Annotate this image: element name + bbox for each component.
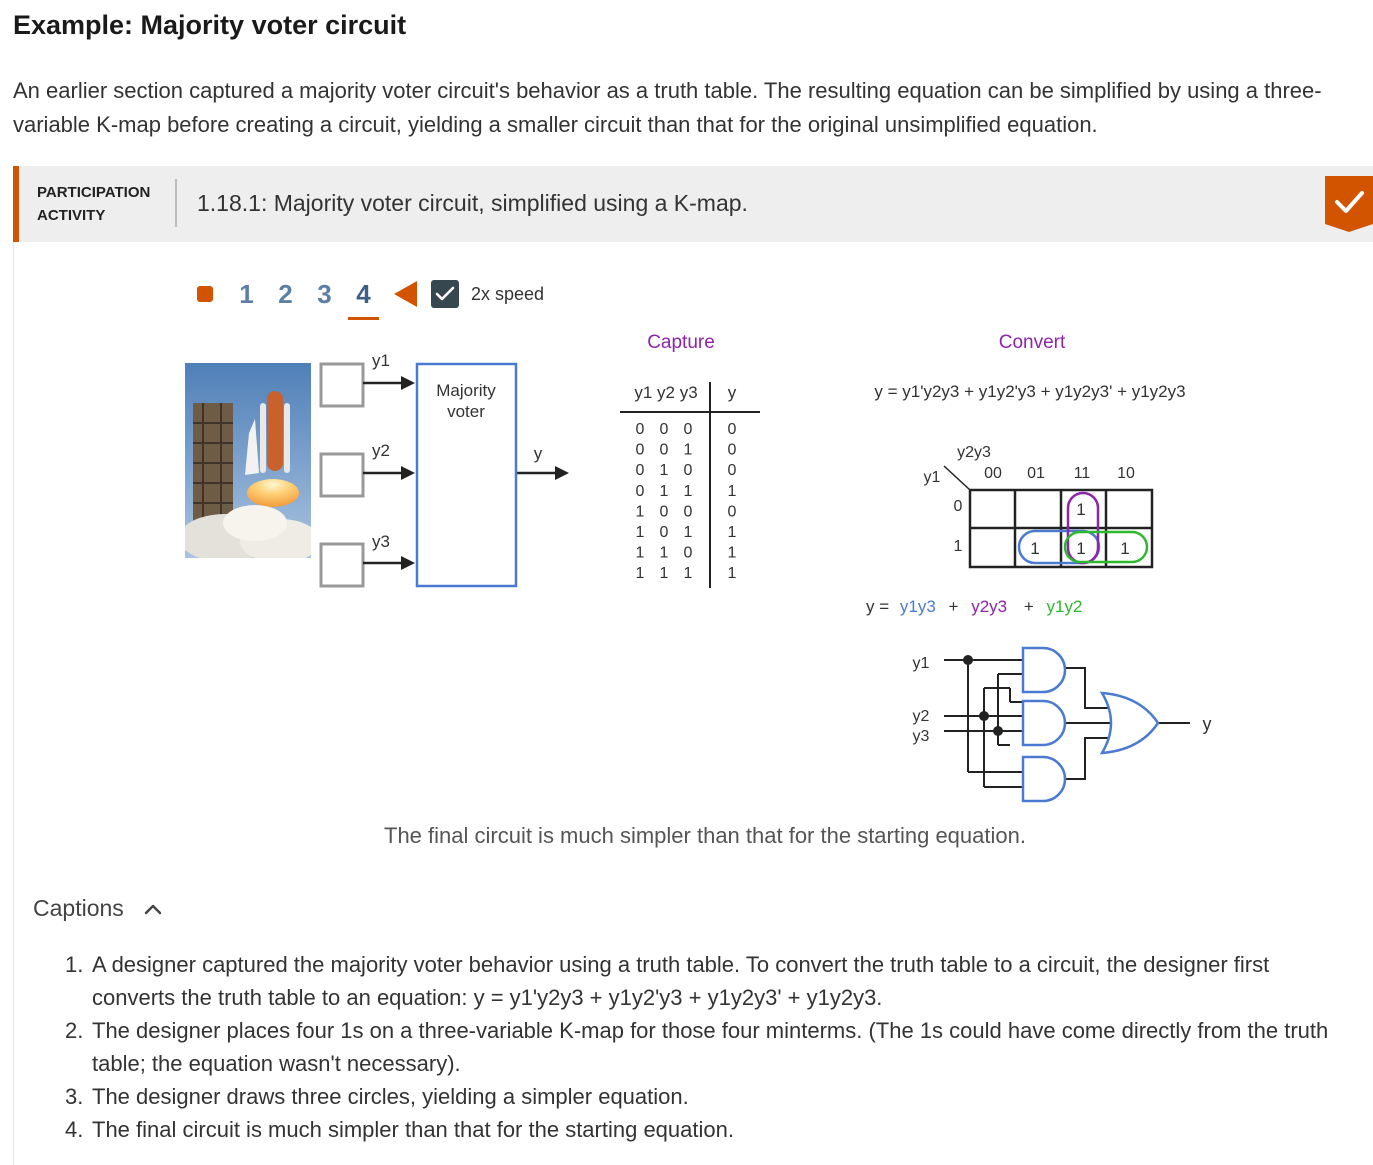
kmap-row-var: y1 <box>924 469 941 486</box>
truth-table-cell: 1 <box>728 524 737 541</box>
truth-table-cell: 1 <box>660 483 669 500</box>
input-label-y2: y2 <box>372 441 390 460</box>
truth-table-header-inputs: y1 y2 y3 <box>634 383 697 402</box>
and-gates <box>1021 646 1067 803</box>
truth-table-cell: 1 <box>660 565 669 582</box>
truth-table-cell: 0 <box>684 462 693 479</box>
truth-table-cell: 1 <box>636 545 645 562</box>
and-gate-3 <box>1021 755 1067 803</box>
caption-text: The designer draws three circles, yieldi… <box>92 1084 689 1109</box>
kmap-cell: 1 <box>1120 539 1129 558</box>
sop-equation: y = y1'y2y3 + y1y2'y3 + y1y2y3' + y1y2y3 <box>874 382 1185 401</box>
kmap-cell: 1 <box>1030 539 1039 558</box>
truth-table-cell: 0 <box>728 421 737 438</box>
convert-heading: Convert <box>999 332 1066 353</box>
circuit-input-y1: y1 <box>913 655 930 672</box>
input-label-y3: y3 <box>372 532 390 551</box>
truth-table-cell: 1 <box>636 503 645 520</box>
input-switch-y2[interactable] <box>319 452 365 498</box>
input-switch-y3[interactable] <box>319 542 365 588</box>
plus-1: + <box>949 597 959 616</box>
simplified-prefix: y = <box>866 597 889 616</box>
truth-table-cell: 1 <box>728 565 737 582</box>
truth-table-cell: 0 <box>636 462 645 479</box>
kmap-cell: 1 <box>1076 539 1085 558</box>
kmap-row-header: 1 <box>954 538 963 555</box>
and-gate-1 <box>1021 646 1067 694</box>
captions-toggle[interactable]: Captions <box>33 895 162 922</box>
truth-table-cell: 0 <box>636 442 645 459</box>
caption-text: The designer places four 1s on a three-v… <box>92 1018 1329 1076</box>
truth-table-cell: 0 <box>636 483 645 500</box>
or-gate <box>1099 691 1160 755</box>
truth-table-body: 0 0 0 00 0 1 00 1 0 00 1 1 11 0 0 01 0 1 11 1 0 11 1 1 1 <box>636 421 737 582</box>
truth-table-cell: 1 <box>728 545 737 562</box>
truth-table-cell: 0 <box>660 421 669 438</box>
simplified-term-1: y1y3 <box>900 597 936 616</box>
truth-table-cell: 0 <box>660 524 669 541</box>
caption-text: A designer captured the majority voter b… <box>92 952 1270 1010</box>
captions-list: 1. A designer captured the majority voter… <box>65 948 1350 1146</box>
kmap-col-header: 01 <box>1027 465 1045 482</box>
animation-step-caption: The final circuit is much simpler than t… <box>384 823 1026 848</box>
truth-table-header-output: y <box>728 383 737 402</box>
kmap-col-header: 11 <box>1074 465 1091 482</box>
kmap-col-header: 10 <box>1117 465 1135 482</box>
truth-table-cell: 0 <box>684 421 693 438</box>
kmap-corner-line <box>943 465 971 491</box>
kmap-cell: 1 <box>1076 500 1085 519</box>
simplified-term-2: y2y3 <box>971 597 1007 616</box>
caption-item: 1. A designer captured the majority voter… <box>65 948 1350 1014</box>
simplified-term-3: y1y2 <box>1047 597 1083 616</box>
caption-num: 2. <box>65 1018 84 1043</box>
caption-item: 2. The designer places four 1s on a three… <box>65 1014 1350 1080</box>
block-label-line2: voter <box>447 402 485 421</box>
caption-item: 4. The final circuit is much simpler than… <box>65 1113 1350 1146</box>
truth-table-cell: 1 <box>684 565 693 582</box>
circuit-input-y2: y2 <box>913 708 930 725</box>
block-output-label: y <box>534 444 543 463</box>
truth-table-cell: 1 <box>660 462 669 479</box>
truth-table-cell: 1 <box>684 442 693 459</box>
truth-table-cell: 1 <box>636 524 645 541</box>
caption-num: 3. <box>65 1084 84 1109</box>
kmap-col-headers: 00 01 11 10 <box>984 465 1135 482</box>
input-label-y1: y1 <box>372 351 390 370</box>
truth-table-cell: 0 <box>636 421 645 438</box>
simplified-equation: y = y1y3 + y2y3 + y1y2 <box>866 597 1082 616</box>
circuit-output-y: y <box>1203 714 1212 734</box>
capture-heading: Capture <box>647 332 715 353</box>
caption-num: 4. <box>65 1117 84 1142</box>
truth-table-cell: 0 <box>684 503 693 520</box>
caption-num: 1. <box>65 952 84 977</box>
animation-canvas: y1 y2 y3 Majority voter y Capture y1 y2 … <box>319 332 1212 803</box>
captions-toggle-label: Captions <box>33 895 124 921</box>
truth-table-cell: 1 <box>636 565 645 582</box>
caption-item: 3. The designer draws three circles, yiel… <box>65 1080 1350 1113</box>
truth-table-cell: 0 <box>684 545 693 562</box>
kmap-col-header: 00 <box>984 465 1002 482</box>
truth-table-cell: 0 <box>728 462 737 479</box>
truth-table-cell: 0 <box>728 442 737 459</box>
truth-table-cell: 0 <box>728 503 737 520</box>
truth-table-cell: 1 <box>684 524 693 541</box>
input-switch-y1[interactable] <box>319 362 365 408</box>
chevron-up-icon <box>144 904 161 914</box>
and-gate-2 <box>1021 699 1067 747</box>
kmap-row-header: 0 <box>954 498 963 515</box>
caption-text: The final circuit is much simpler than t… <box>92 1117 734 1142</box>
truth-table-cell: 0 <box>660 442 669 459</box>
block-label-line1: Majority <box>436 381 496 400</box>
circuit-input-y3: y3 <box>913 728 930 745</box>
kmap-col-var: y2y3 <box>957 444 991 461</box>
kmap-row-headers: 01 <box>954 498 963 555</box>
truth-table-cell: 1 <box>728 483 737 500</box>
plus-2: + <box>1024 597 1034 616</box>
truth-table-cell: 1 <box>660 545 669 562</box>
truth-table-cell: 0 <box>660 503 669 520</box>
truth-table-cell: 1 <box>684 483 693 500</box>
